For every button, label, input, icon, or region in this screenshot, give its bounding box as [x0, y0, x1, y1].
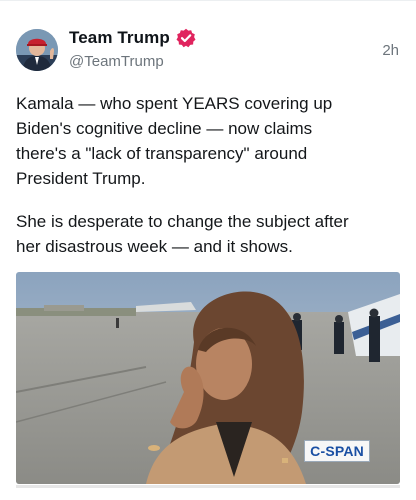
- social-post: Team Trump @TeamTrump 2h Kamala — who sp…: [0, 0, 416, 500]
- post-paragraph-1: Kamala — who spent YEARS covering up Bid…: [16, 94, 333, 188]
- post-timestamp[interactable]: 2h: [382, 42, 399, 59]
- post-paragraph-2: She is desperate to change the subject a…: [16, 212, 349, 256]
- post-header: Team Trump @TeamTrump 2h: [16, 27, 400, 75]
- post-video[interactable]: C-SPAN: [16, 272, 400, 484]
- cspan-watermark: C-SPAN: [304, 440, 370, 462]
- author-handle[interactable]: @TeamTrump: [69, 53, 164, 70]
- author-name-row: Team Trump: [69, 28, 196, 48]
- video-progress-track[interactable]: [16, 485, 400, 488]
- post-body: Kamala — who spent YEARS covering up Bid…: [16, 91, 400, 259]
- verified-badge-icon: [176, 28, 196, 48]
- avatar[interactable]: [16, 29, 58, 71]
- author-display-name[interactable]: Team Trump: [69, 28, 170, 48]
- avatar-image: [16, 29, 58, 71]
